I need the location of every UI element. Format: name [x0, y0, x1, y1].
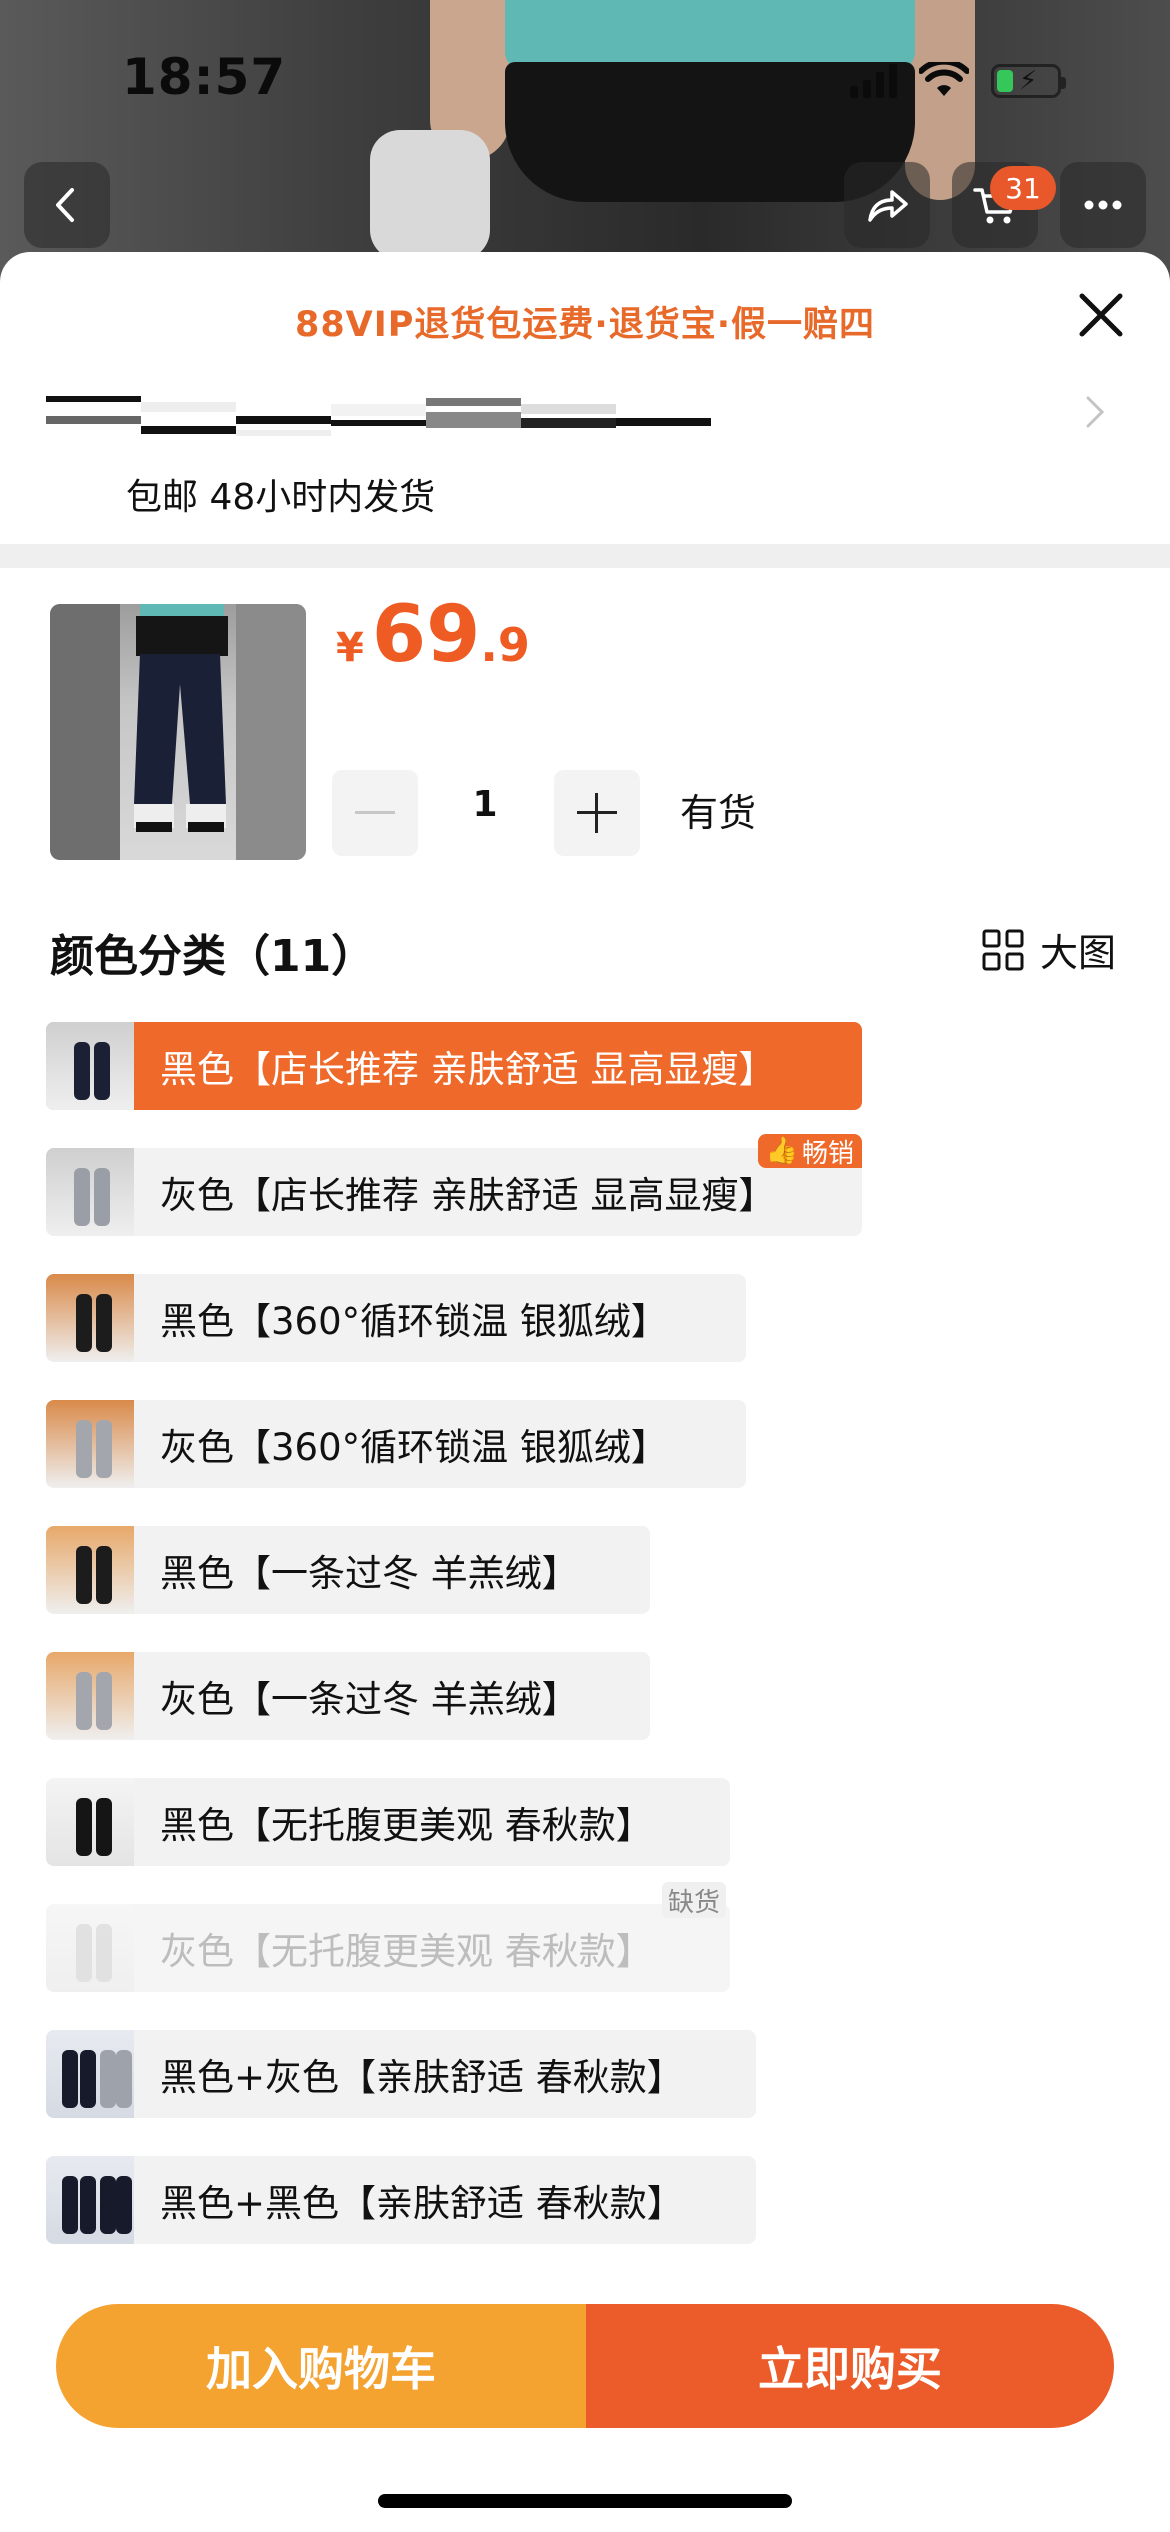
variant-label: 灰色【无托腹更美观 春秋款】: [160, 1930, 653, 1973]
add-to-cart-button[interactable]: 加入购物车: [56, 2304, 586, 2428]
quantity-value[interactable]: 1: [440, 784, 530, 825]
price-integer: 69: [371, 590, 481, 680]
variant-thumbnail: [46, 1274, 134, 1362]
share-button[interactable]: [844, 162, 930, 248]
share-icon: [868, 190, 908, 222]
redacted-address[interactable]: [46, 390, 806, 438]
wifi-icon: [919, 62, 969, 96]
variant-option[interactable]: 黑色【无托腹更美观 春秋款】: [46, 1778, 730, 1866]
variant-label: 灰色【店长推荐 亲肤舒适 显高显瘦】: [160, 1174, 776, 1217]
chevron-left-icon: [56, 188, 74, 222]
battery-icon: ⚡: [991, 64, 1066, 98]
thumbs-up-icon: 👍: [765, 1136, 798, 1166]
variant-option[interactable]: 黑色+黑色【亲肤舒适 春秋款】: [46, 2156, 756, 2244]
variant-option[interactable]: 黑色+灰色【亲肤舒适 春秋款】: [46, 2030, 756, 2118]
out-of-stock-badge: 缺货: [661, 1882, 726, 1918]
section-divider: [0, 544, 1170, 568]
price-currency: ¥: [336, 625, 364, 671]
promo-banner: 88VIP退货包运费·退货宝·假一赔四: [294, 305, 876, 345]
variant-thumbnail: [46, 1526, 134, 1614]
status-icons: ⚡: [850, 58, 1066, 98]
shipping-info: 包邮 48小时内发货: [126, 477, 436, 518]
variant-label: 黑色+灰色【亲肤舒适 春秋款】: [160, 2056, 684, 2099]
signal-icon: [850, 64, 897, 98]
variant-option[interactable]: 黑色【店长推荐 亲肤舒适 显高显瘦】: [46, 1022, 862, 1110]
variant-option[interactable]: 灰色【店长推荐 亲肤舒适 显高显瘦】 👍 畅销: [46, 1134, 862, 1236]
big-view-toggle[interactable]: 大图: [982, 922, 1116, 977]
big-view-label: 大图: [1040, 931, 1117, 975]
variant-label: 黑色【店长推荐 亲肤舒适 显高显瘦】: [160, 1048, 776, 1091]
variant-label: 黑色【360°循环锁温 银狐绒】: [160, 1300, 668, 1343]
hot-selling-label: 畅销: [801, 1138, 854, 1169]
variant-thumbnail: [46, 2156, 134, 2244]
variant-thumbnail: [46, 1778, 134, 1866]
cart-count-badge: 31: [990, 166, 1056, 210]
back-button[interactable]: [24, 162, 110, 248]
more-icon: [1084, 200, 1122, 210]
variants-title: 颜色分类（11）: [50, 931, 376, 982]
home-indicator[interactable]: [378, 2494, 792, 2508]
variant-thumbnail: [46, 1652, 134, 1740]
variant-option-disabled[interactable]: 灰色【无托腹更美观 春秋款】 缺货: [46, 1882, 730, 1992]
product-thumbnail[interactable]: [50, 604, 306, 860]
more-button[interactable]: [1060, 162, 1146, 248]
minus-icon: [355, 811, 395, 814]
buy-now-button[interactable]: 立即购买: [586, 2304, 1114, 2428]
variant-thumbnail: [46, 1022, 134, 1110]
variant-label: 灰色【360°循环锁温 银狐绒】: [160, 1426, 668, 1469]
variant-label: 黑色【无托腹更美观 春秋款】: [160, 1804, 653, 1847]
hot-selling-badge: 👍 畅销: [757, 1134, 862, 1169]
variant-thumbnail: [46, 2030, 134, 2118]
status-time: 18:57: [122, 48, 287, 106]
price: ¥ 69 .9: [336, 590, 530, 680]
grid-icon: [982, 929, 1024, 970]
variant-option[interactable]: 黑色【一条过冬 羊羔绒】: [46, 1526, 650, 1614]
price-decimal: .9: [480, 618, 530, 672]
variant-option[interactable]: 灰色【360°循环锁温 银狐绒】: [46, 1400, 746, 1488]
close-icon[interactable]: [1070, 284, 1132, 346]
variant-label: 黑色+黑色【亲肤舒适 春秋款】: [160, 2182, 684, 2225]
variant-label: 黑色【一条过冬 羊羔绒】: [160, 1552, 579, 1595]
quantity-increase-button[interactable]: [554, 770, 640, 856]
variant-label: 灰色【一条过冬 羊羔绒】: [160, 1678, 579, 1721]
variant-thumbnail: [46, 1148, 134, 1236]
variant-option[interactable]: 黑色【360°循环锁温 银狐绒】: [46, 1274, 746, 1362]
chevron-right-icon[interactable]: [1080, 392, 1110, 432]
variant-thumbnail: [46, 1904, 134, 1992]
plus-icon: [577, 793, 617, 833]
sku-selector-sheet: 88VIP退货包运费·退货宝·假一赔四 包邮 48小时内发货 ¥ 69 .9 1…: [0, 252, 1170, 2532]
quantity-decrease-button[interactable]: [332, 770, 418, 856]
stock-status: 有货: [680, 791, 757, 835]
variant-option[interactable]: 灰色【一条过冬 羊羔绒】: [46, 1652, 650, 1740]
variant-thumbnail: [46, 1400, 134, 1488]
